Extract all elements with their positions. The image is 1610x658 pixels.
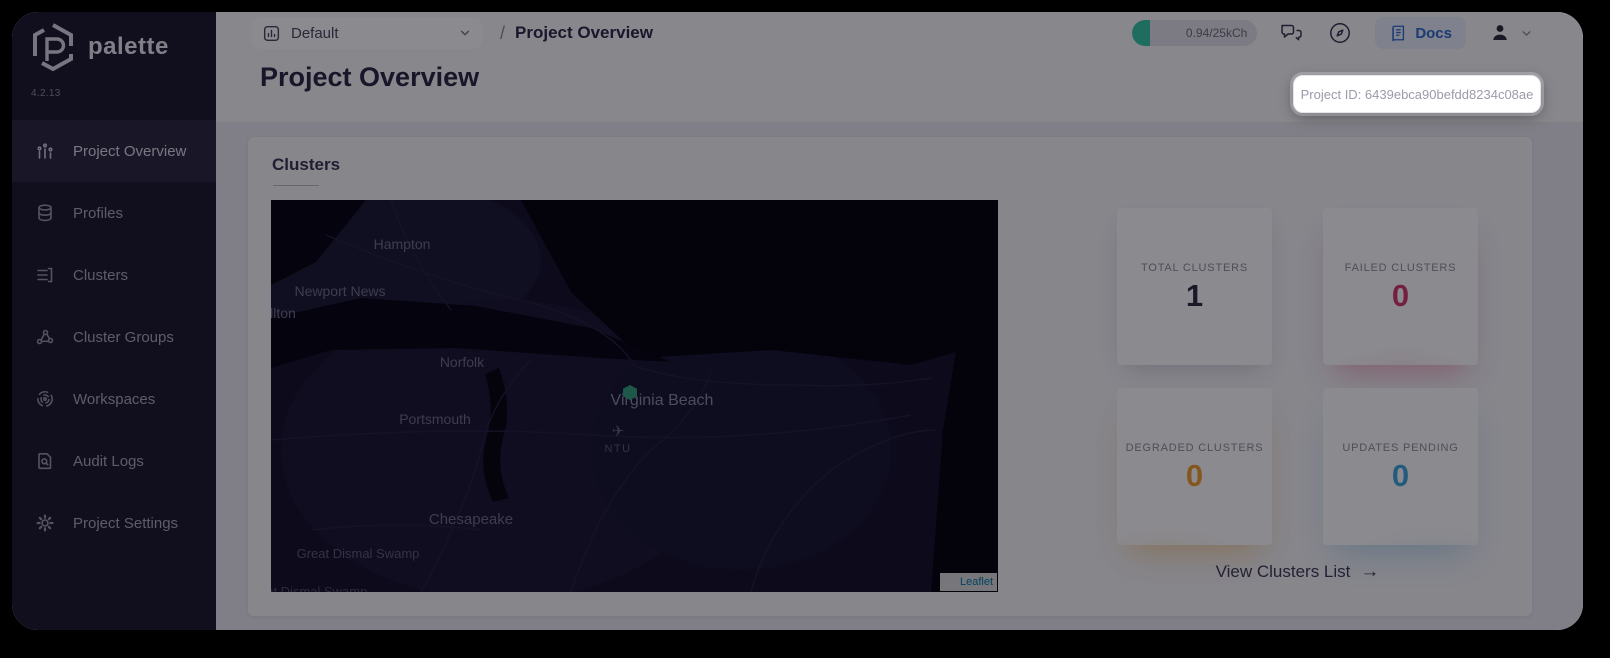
- app-window: palette 4.2.13 Project Overview Profiles: [12, 12, 1583, 630]
- project-id-tooltip: Project ID: 6439ebca90befdd8234c08ae: [1293, 75, 1541, 113]
- project-id-text: Project ID: 6439ebca90befdd8234c08ae: [1300, 86, 1534, 102]
